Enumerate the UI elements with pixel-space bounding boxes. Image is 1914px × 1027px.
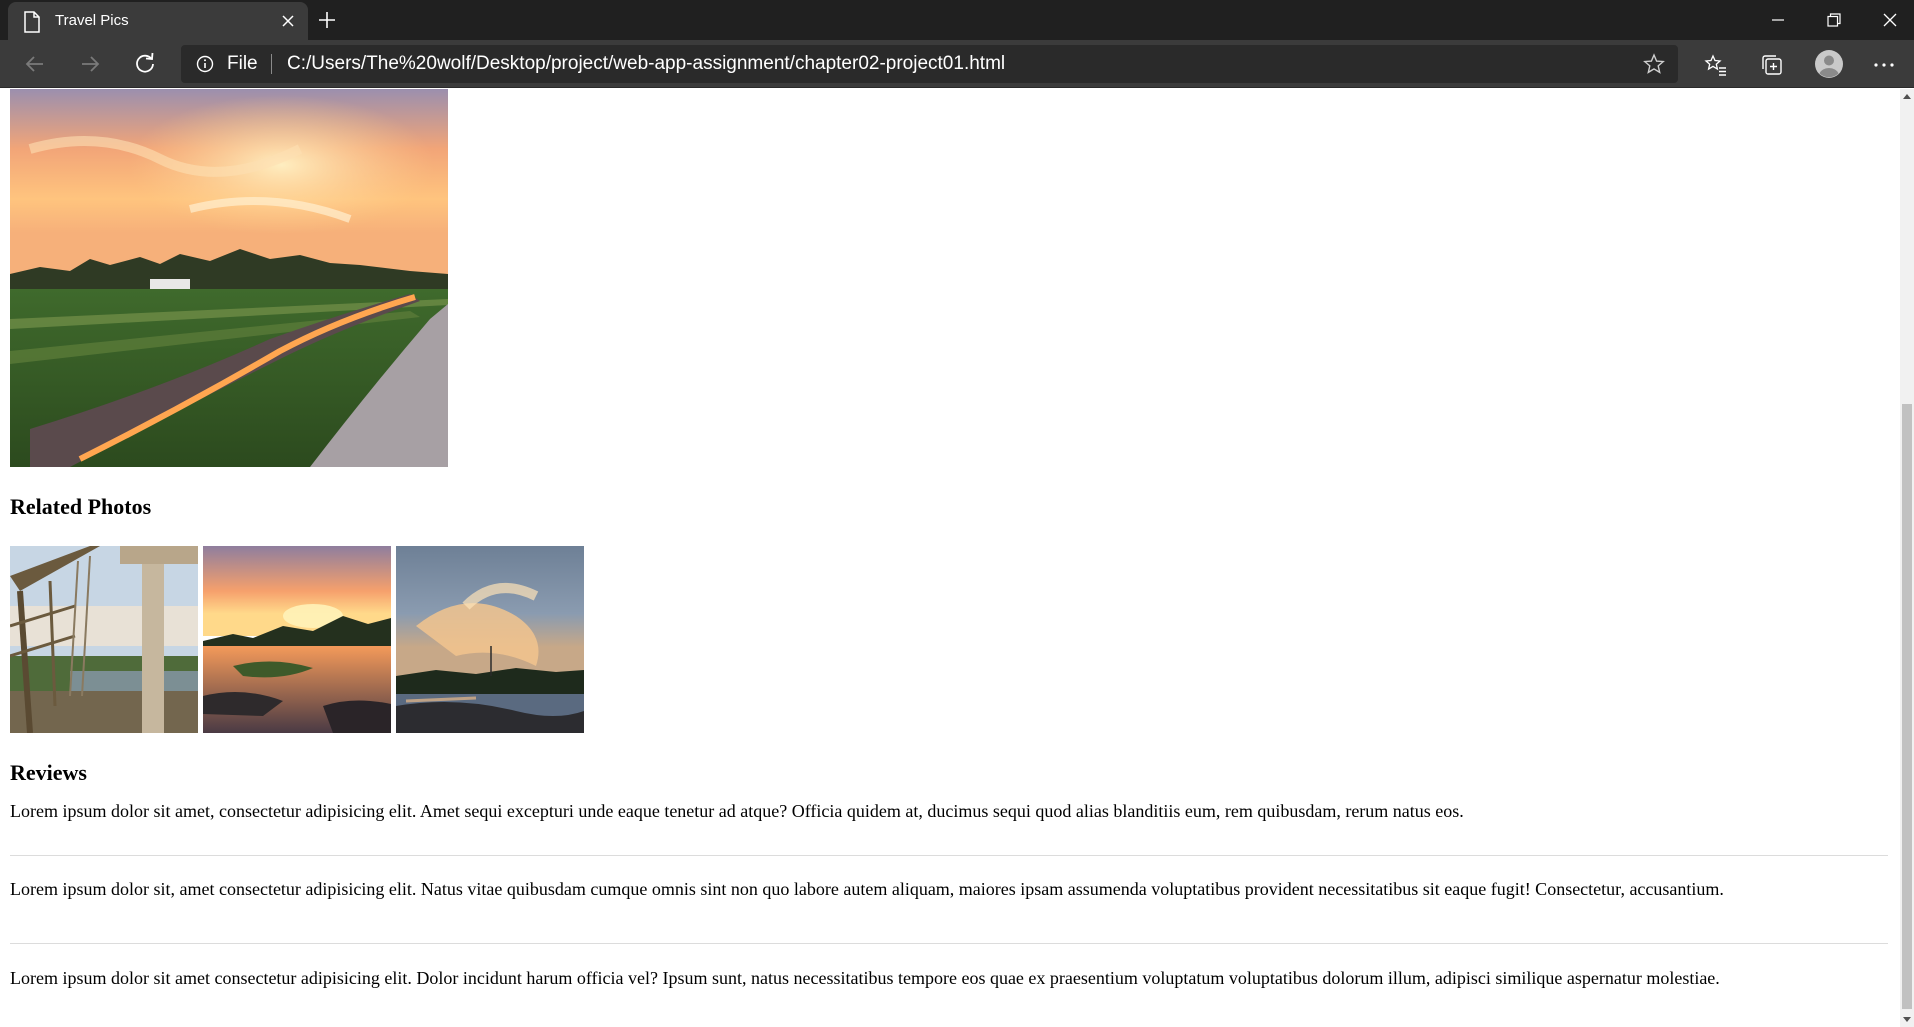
minimize-button[interactable]	[1750, 0, 1806, 40]
collections-button[interactable]	[1759, 52, 1785, 78]
more-button[interactable]	[1871, 52, 1897, 78]
forward-button[interactable]	[76, 50, 104, 78]
reviews-heading: Reviews	[10, 760, 87, 785]
close-icon	[1883, 13, 1897, 27]
new-tab-plus-icon[interactable]	[316, 9, 338, 31]
refresh-button[interactable]	[131, 50, 159, 78]
arrow-left-icon	[25, 56, 43, 72]
address-separator	[271, 54, 272, 74]
favorites-button[interactable]	[1703, 52, 1729, 78]
scrollbar-thumb[interactable]	[1902, 404, 1912, 1009]
review-text: Lorem ipsum dolor sit amet, consectetur …	[10, 801, 1464, 821]
info-icon[interactable]	[196, 55, 214, 73]
window-close-button[interactable]	[1862, 0, 1914, 40]
review-divider	[10, 855, 1888, 856]
browser-toolbar: File C:/Users/The%20wolf/Desktop/project…	[0, 40, 1914, 88]
main-photo	[10, 89, 448, 467]
favorites-icon	[1704, 54, 1726, 76]
scroll-down-arrow-icon[interactable]	[1900, 1013, 1914, 1027]
url-text[interactable]: C:/Users/The%20wolf/Desktop/project/web-…	[287, 53, 1005, 75]
collections-icon	[1762, 55, 1782, 75]
review-divider	[10, 943, 1888, 944]
scroll-up-arrow-icon[interactable]	[1900, 89, 1914, 103]
vertical-scrollbar[interactable]	[1900, 89, 1914, 1027]
review-text: Lorem ipsum dolor sit, amet consectetur …	[10, 879, 1724, 899]
minimize-icon	[1772, 19, 1784, 21]
page-viewport: Related Photos Reviews Lorem ipsum dolor…	[0, 89, 1900, 1027]
browser-tab[interactable]: Travel Pics	[8, 2, 308, 40]
browser-titlebar: Travel Pics	[0, 0, 1914, 40]
related-photo-thumbnail[interactable]	[10, 546, 198, 733]
refresh-icon	[136, 52, 154, 73]
arrow-right-icon	[82, 56, 100, 72]
tab-title: Travel Pics	[55, 12, 129, 29]
address-bar[interactable]: File C:/Users/The%20wolf/Desktop/project…	[181, 45, 1678, 83]
profile-button[interactable]	[1814, 49, 1844, 79]
related-photo-thumbnail[interactable]	[203, 546, 391, 733]
more-icon	[1874, 63, 1894, 67]
restore-button[interactable]	[1806, 0, 1862, 40]
related-photo-thumbnail[interactable]	[396, 546, 584, 733]
tab-close-icon[interactable]	[280, 13, 296, 29]
back-button[interactable]	[21, 50, 49, 78]
related-photos-heading: Related Photos	[10, 494, 152, 519]
file-label: File	[227, 53, 258, 74]
star-icon[interactable]	[1643, 53, 1665, 75]
related-photos-gallery	[10, 546, 584, 733]
profile-icon	[1815, 50, 1843, 78]
page-icon	[24, 11, 40, 33]
restore-icon	[1827, 13, 1841, 27]
review-text: Lorem ipsum dolor sit amet consectetur a…	[10, 968, 1720, 988]
